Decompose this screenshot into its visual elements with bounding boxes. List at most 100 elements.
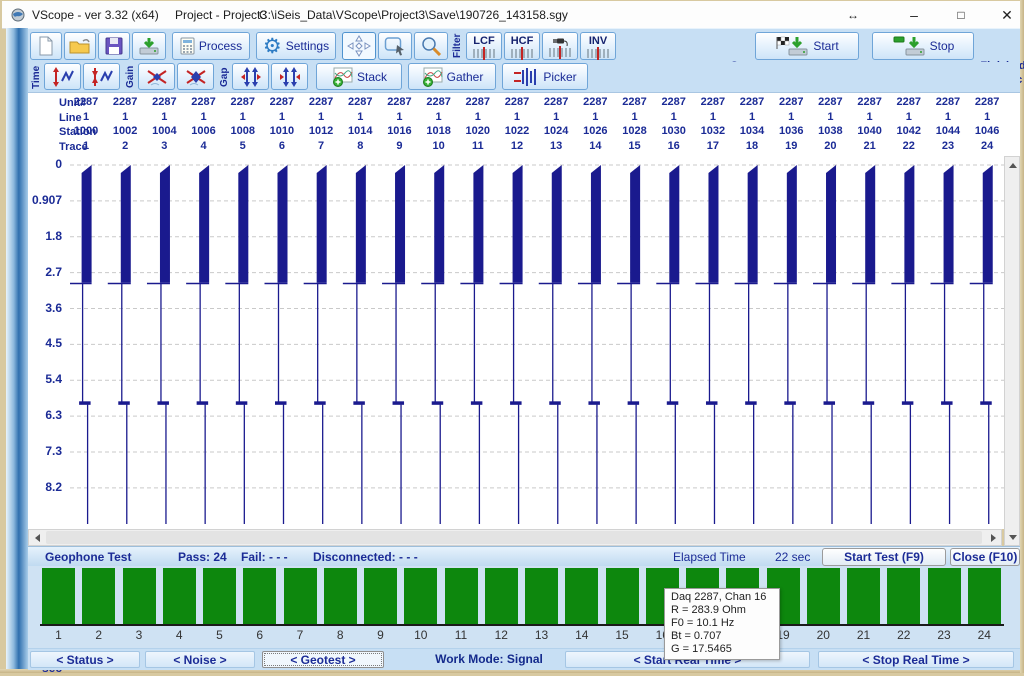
- vertical-scrollbar[interactable]: [1004, 156, 1020, 546]
- gain-up-button[interactable]: [138, 63, 175, 90]
- geophone-bar[interactable]: [847, 568, 880, 624]
- geophone-bar[interactable]: [364, 568, 397, 624]
- geophone-bar[interactable]: [606, 568, 639, 624]
- disconnected-count: Disconnected: - - -: [313, 550, 418, 564]
- geophone-bar-number: 4: [159, 628, 199, 642]
- geophone-bar[interactable]: [928, 568, 961, 624]
- project-title: Project - Project3: [175, 8, 267, 22]
- geophone-bar[interactable]: [243, 568, 276, 624]
- geophone-bar[interactable]: [807, 568, 840, 624]
- geophone-bar[interactable]: [404, 568, 437, 624]
- geophone-test-statusbar: Geophone Test Pass: 24 Fail: - - - Disco…: [28, 546, 1020, 567]
- zoom-tool-button[interactable]: [414, 32, 448, 60]
- geophone-bar[interactable]: [284, 568, 317, 624]
- geophone-bar-number: 12: [481, 628, 521, 642]
- new-document-icon: [38, 36, 54, 56]
- close-test-button[interactable]: Close (F10): [950, 548, 1020, 566]
- time-expand-button[interactable]: [44, 63, 81, 90]
- time-tick-label: 6.3: [28, 408, 62, 423]
- geophone-bar-number: 6: [240, 628, 280, 642]
- trace-header-column: 22871102614: [575, 95, 615, 153]
- geophone-bar[interactable]: [82, 568, 115, 624]
- stop-disk-icon: [892, 35, 926, 57]
- time-tick-label: 4.5: [28, 336, 62, 351]
- waveform-filter-icon: [511, 49, 533, 58]
- geophone-bar[interactable]: [123, 568, 156, 624]
- trace-header-column: 2287110106: [262, 95, 302, 153]
- geophone-bar[interactable]: [163, 568, 196, 624]
- export-to-disk-button[interactable]: [132, 32, 166, 60]
- trace-plot-area: 00.9071.82.73.64.55.46.37.38.2 Time sec: [28, 156, 1004, 529]
- trace-header-column: 2287110148: [340, 95, 380, 153]
- trace-header-column: 22871103016: [654, 95, 694, 153]
- process-button[interactable]: Process: [172, 32, 250, 60]
- geophone-bar[interactable]: [445, 568, 478, 624]
- title-bar: VScope - ver 3.32 (x64) Project - Projec…: [2, 1, 1022, 29]
- time-tick-label: 2.7: [28, 265, 62, 280]
- selection-rectangle-icon: [384, 36, 406, 56]
- stop-button[interactable]: Stop: [872, 32, 974, 60]
- scroll-up-arrow[interactable]: [1005, 157, 1021, 173]
- geophone-bar[interactable]: [324, 568, 357, 624]
- geophone-bar-number: 14: [562, 628, 602, 642]
- start-test-button[interactable]: Start Test (F9): [822, 548, 946, 566]
- start-button[interactable]: Start: [755, 32, 859, 60]
- noise-mode-button[interactable]: < Noise >: [145, 651, 255, 668]
- trace-header-column: 2287110085: [223, 95, 263, 153]
- geophone-bar[interactable]: [887, 568, 920, 624]
- trace-header-column: 22871104021: [850, 95, 890, 153]
- window-title: VScope - ver 3.32 (x64): [32, 8, 159, 22]
- mode-toolbar: < Status > < Noise > < Geotest > Work Mo…: [28, 648, 1020, 670]
- status-mode-button[interactable]: < Status >: [30, 651, 140, 668]
- hcf-filter-button[interactable]: HCF: [504, 32, 540, 60]
- pass-label: Pass:: [178, 550, 210, 564]
- geophone-bar-number: 9: [361, 628, 401, 642]
- maximize-button[interactable]: □: [944, 5, 978, 25]
- geophone-bar-number: 13: [522, 628, 562, 642]
- settings-label: Settings: [286, 39, 329, 53]
- picker-button[interactable]: Picker: [502, 63, 588, 90]
- lcf-filter-button[interactable]: LCF: [466, 32, 502, 60]
- file-path: C:\iSeis_Data\VScope\Project3\Save\19072…: [259, 8, 568, 22]
- pan-tool-button[interactable]: [342, 32, 376, 60]
- geophone-bar[interactable]: [525, 568, 558, 624]
- scroll-right-arrow[interactable]: [985, 530, 1001, 546]
- geophone-bar-number: 10: [401, 628, 441, 642]
- geophone-bar-number: 7: [280, 628, 320, 642]
- gain-arrows-icon: [183, 67, 209, 87]
- work-mode-label: Work Mode: Signal: [386, 651, 592, 668]
- geophone-bar[interactable]: [42, 568, 75, 624]
- scroll-down-arrow[interactable]: [1005, 529, 1021, 545]
- scroll-left-arrow[interactable]: [29, 530, 45, 546]
- gap-increase-button[interactable]: [232, 63, 269, 90]
- select-tool-button[interactable]: [378, 32, 412, 60]
- horizontal-scrollbar-thumb[interactable]: [46, 531, 982, 544]
- pass-value: 24: [213, 550, 226, 564]
- geophone-bar-number: 22: [884, 628, 924, 642]
- disconnected-label: Disconnected:: [313, 550, 396, 564]
- tooltip-frequency: F0 = 10.1 Hz: [671, 617, 773, 630]
- geophone-bar[interactable]: [968, 568, 1001, 624]
- time-compress-button[interactable]: [83, 63, 120, 90]
- gather-button[interactable]: Gather: [408, 63, 496, 90]
- geophone-bar-number: 3: [119, 628, 159, 642]
- stack-button[interactable]: Stack: [316, 63, 402, 90]
- settings-button[interactable]: ⚙ Settings: [256, 32, 336, 60]
- new-file-button[interactable]: [30, 32, 62, 60]
- geotest-mode-button[interactable]: < Geotest >: [262, 651, 384, 668]
- close-button[interactable]: ✕: [990, 5, 1024, 25]
- geophone-bar[interactable]: [203, 568, 236, 624]
- inv-filter-button[interactable]: INV: [580, 32, 616, 60]
- gain-down-button[interactable]: [177, 63, 214, 90]
- geophone-bar[interactable]: [565, 568, 598, 624]
- gap-decrease-button[interactable]: [271, 63, 308, 90]
- stop-real-time-button[interactable]: < Stop Real Time >: [818, 651, 1014, 668]
- notch-filter-button[interactable]: [542, 32, 578, 60]
- trace-header-column: 22871102815: [615, 95, 655, 153]
- trace-header-column: 2287110001: [66, 95, 106, 153]
- export-disk-icon: [138, 36, 160, 56]
- geophone-bar[interactable]: [485, 568, 518, 624]
- minimize-button[interactable]: –: [897, 5, 931, 25]
- save-button[interactable]: [98, 32, 130, 60]
- open-file-button[interactable]: [64, 32, 96, 60]
